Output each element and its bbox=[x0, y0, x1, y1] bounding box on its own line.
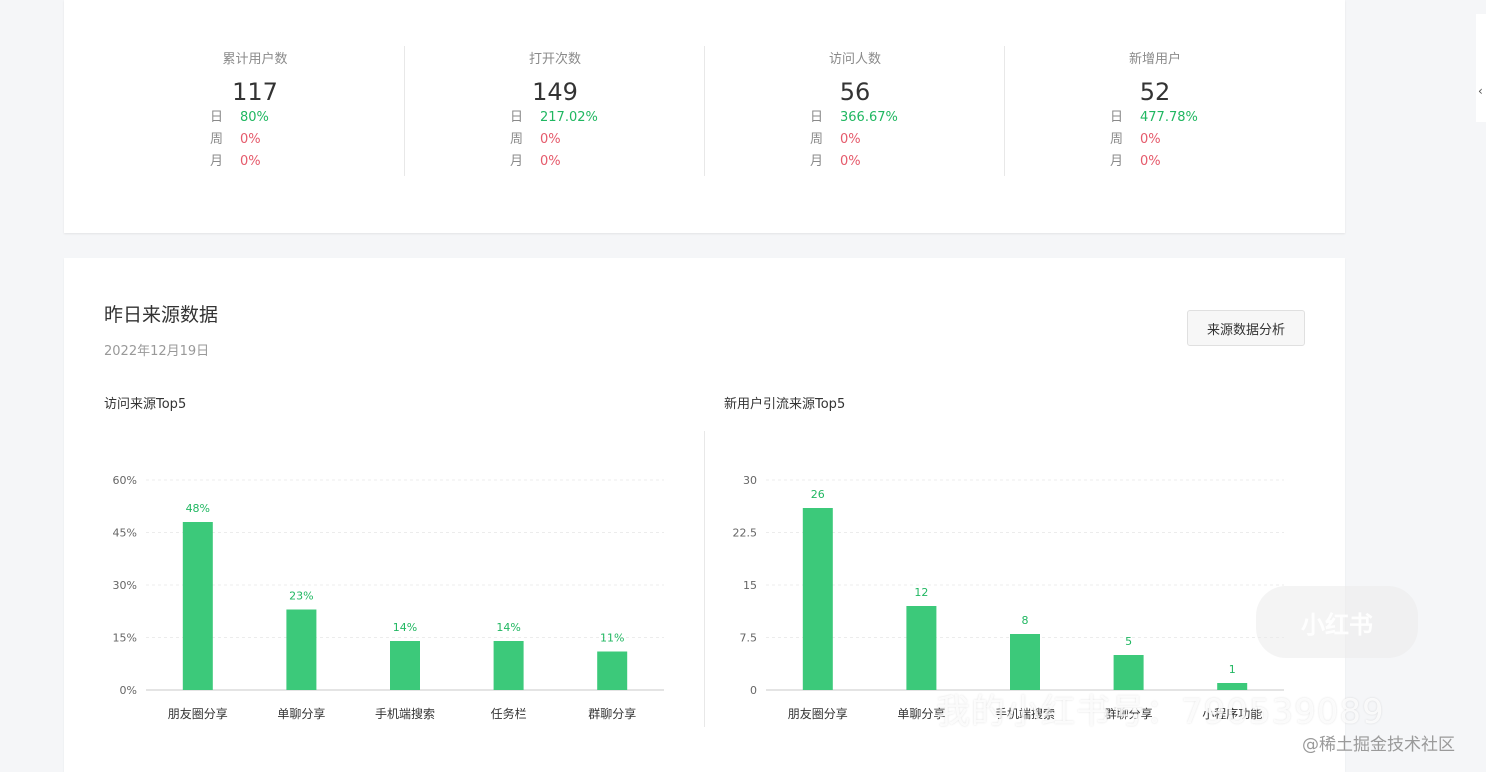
day-change: 80% bbox=[240, 110, 269, 125]
y-tick-label: 15% bbox=[113, 632, 137, 645]
month-label: 月 bbox=[210, 154, 224, 169]
stats-card: 累计用户数 117 日 80% 周 0% 月 0% 打开次数 149 日 217.02%… bbox=[64, 0, 1345, 233]
x-category-label: 任务栏 bbox=[491, 706, 527, 721]
bar bbox=[597, 651, 628, 690]
day-label: 日 bbox=[510, 110, 524, 125]
month-label: 月 bbox=[510, 154, 524, 169]
bar-value-label: 26 bbox=[811, 488, 825, 501]
y-tick-label: 0% bbox=[120, 684, 137, 697]
stat-label: 新增用户 bbox=[1128, 52, 1181, 67]
stat-label: 访问人数 bbox=[828, 52, 881, 67]
week-label: 周 bbox=[510, 132, 524, 147]
day-label: 日 bbox=[1110, 110, 1124, 125]
y-tick-label: 60% bbox=[113, 474, 137, 487]
visit-source-chart-title: 访问来源Top5 bbox=[104, 397, 187, 412]
new-user-source-chart-title: 新用户引流来源Top5 bbox=[724, 397, 846, 412]
bar bbox=[802, 508, 833, 690]
stat-visitors: 访问人数 56 日 366.67% 周 0% 月 0% bbox=[705, 46, 1005, 176]
juejin-watermark: @稀土掘金技术社区 bbox=[1302, 735, 1455, 755]
bar-value-label: 48% bbox=[186, 502, 210, 515]
bar bbox=[493, 641, 524, 690]
stat-total-users: 累计用户数 117 日 80% 周 0% 月 0% bbox=[105, 46, 405, 176]
stat-open-count: 打开次数 149 日 217.02% 周 0% 月 0% bbox=[405, 46, 705, 176]
week-change: 0% bbox=[540, 132, 561, 147]
stat-value: 56 bbox=[839, 78, 871, 106]
bar-value-label: 11% bbox=[600, 632, 624, 645]
bar-value-label: 14% bbox=[496, 621, 520, 634]
month-label: 月 bbox=[810, 154, 824, 169]
xiaohongshu-logo-watermark: 小红书 bbox=[1256, 586, 1418, 658]
week-label: 周 bbox=[810, 132, 824, 147]
week-label: 周 bbox=[210, 132, 224, 147]
bar-value-label: 23% bbox=[289, 590, 313, 603]
y-tick-label: 15 bbox=[743, 579, 757, 592]
stat-new-users: 新增用户 52 日 477.78% 周 0% 月 0% bbox=[1005, 46, 1305, 176]
stat-label: 打开次数 bbox=[528, 52, 581, 67]
week-label: 周 bbox=[1110, 132, 1124, 147]
month-change: 0% bbox=[540, 154, 561, 169]
source-analysis-button[interactable]: 来源数据分析 bbox=[1187, 310, 1305, 346]
stat-value: 117 bbox=[232, 78, 278, 106]
week-change: 0% bbox=[240, 132, 261, 147]
stat-value: 52 bbox=[1139, 78, 1171, 106]
month-change: 0% bbox=[840, 154, 861, 169]
day-label: 日 bbox=[810, 110, 824, 125]
bar bbox=[390, 641, 420, 690]
y-tick-label: 30 bbox=[743, 474, 757, 487]
stat-label: 累计用户数 bbox=[222, 52, 288, 67]
x-category-label: 手机端搜索 bbox=[375, 706, 435, 721]
bar-value-label: 14% bbox=[393, 621, 417, 634]
bar bbox=[1010, 634, 1040, 690]
section-title: 昨日来源数据 bbox=[104, 304, 219, 326]
y-tick-label: 7.5 bbox=[740, 632, 758, 645]
y-tick-label: 30% bbox=[113, 579, 137, 592]
bar-value-label: 8 bbox=[1022, 614, 1029, 627]
xiaohongshu-id-watermark: 我的小红书号：790539089 bbox=[936, 692, 1385, 732]
month-label: 月 bbox=[1110, 154, 1124, 169]
y-tick-label: 22.5 bbox=[733, 527, 758, 540]
x-category-label: 朋友圈分享 bbox=[788, 706, 848, 721]
bar-value-label: 5 bbox=[1125, 635, 1132, 648]
x-category-label: 单聊分享 bbox=[277, 706, 325, 721]
week-change: 0% bbox=[1140, 132, 1161, 147]
bar bbox=[286, 609, 317, 690]
x-category-label: 群聊分享 bbox=[588, 706, 636, 721]
side-feedback-tab[interactable]: ‹ bbox=[1476, 14, 1486, 122]
bar-value-label: 12 bbox=[914, 586, 928, 599]
day-change: 366.67% bbox=[840, 110, 898, 125]
week-change: 0% bbox=[840, 132, 861, 147]
chart-divider bbox=[704, 431, 705, 727]
day-label: 日 bbox=[210, 110, 224, 125]
day-change: 217.02% bbox=[540, 110, 598, 125]
bar bbox=[182, 522, 213, 690]
visit-source-bar-chart: 0% 15% 30% 45% 60% 48% 朋友圈分享 23% 单聊分享 14% 手机端搜索 14%… bbox=[113, 474, 664, 721]
bar-value-label: 1 bbox=[1229, 663, 1236, 676]
month-change: 0% bbox=[1140, 154, 1161, 169]
side-tab-arrow-icon: ‹ bbox=[1478, 84, 1483, 98]
month-change: 0% bbox=[240, 154, 261, 169]
bar bbox=[906, 606, 937, 690]
y-tick-label: 45% bbox=[113, 527, 137, 540]
x-category-label: 朋友圈分享 bbox=[168, 706, 228, 721]
section-date: 2022年12月19日 bbox=[104, 344, 210, 359]
y-tick-label: 0 bbox=[750, 684, 757, 697]
day-change: 477.78% bbox=[1140, 110, 1198, 125]
stat-value: 149 bbox=[532, 78, 578, 106]
